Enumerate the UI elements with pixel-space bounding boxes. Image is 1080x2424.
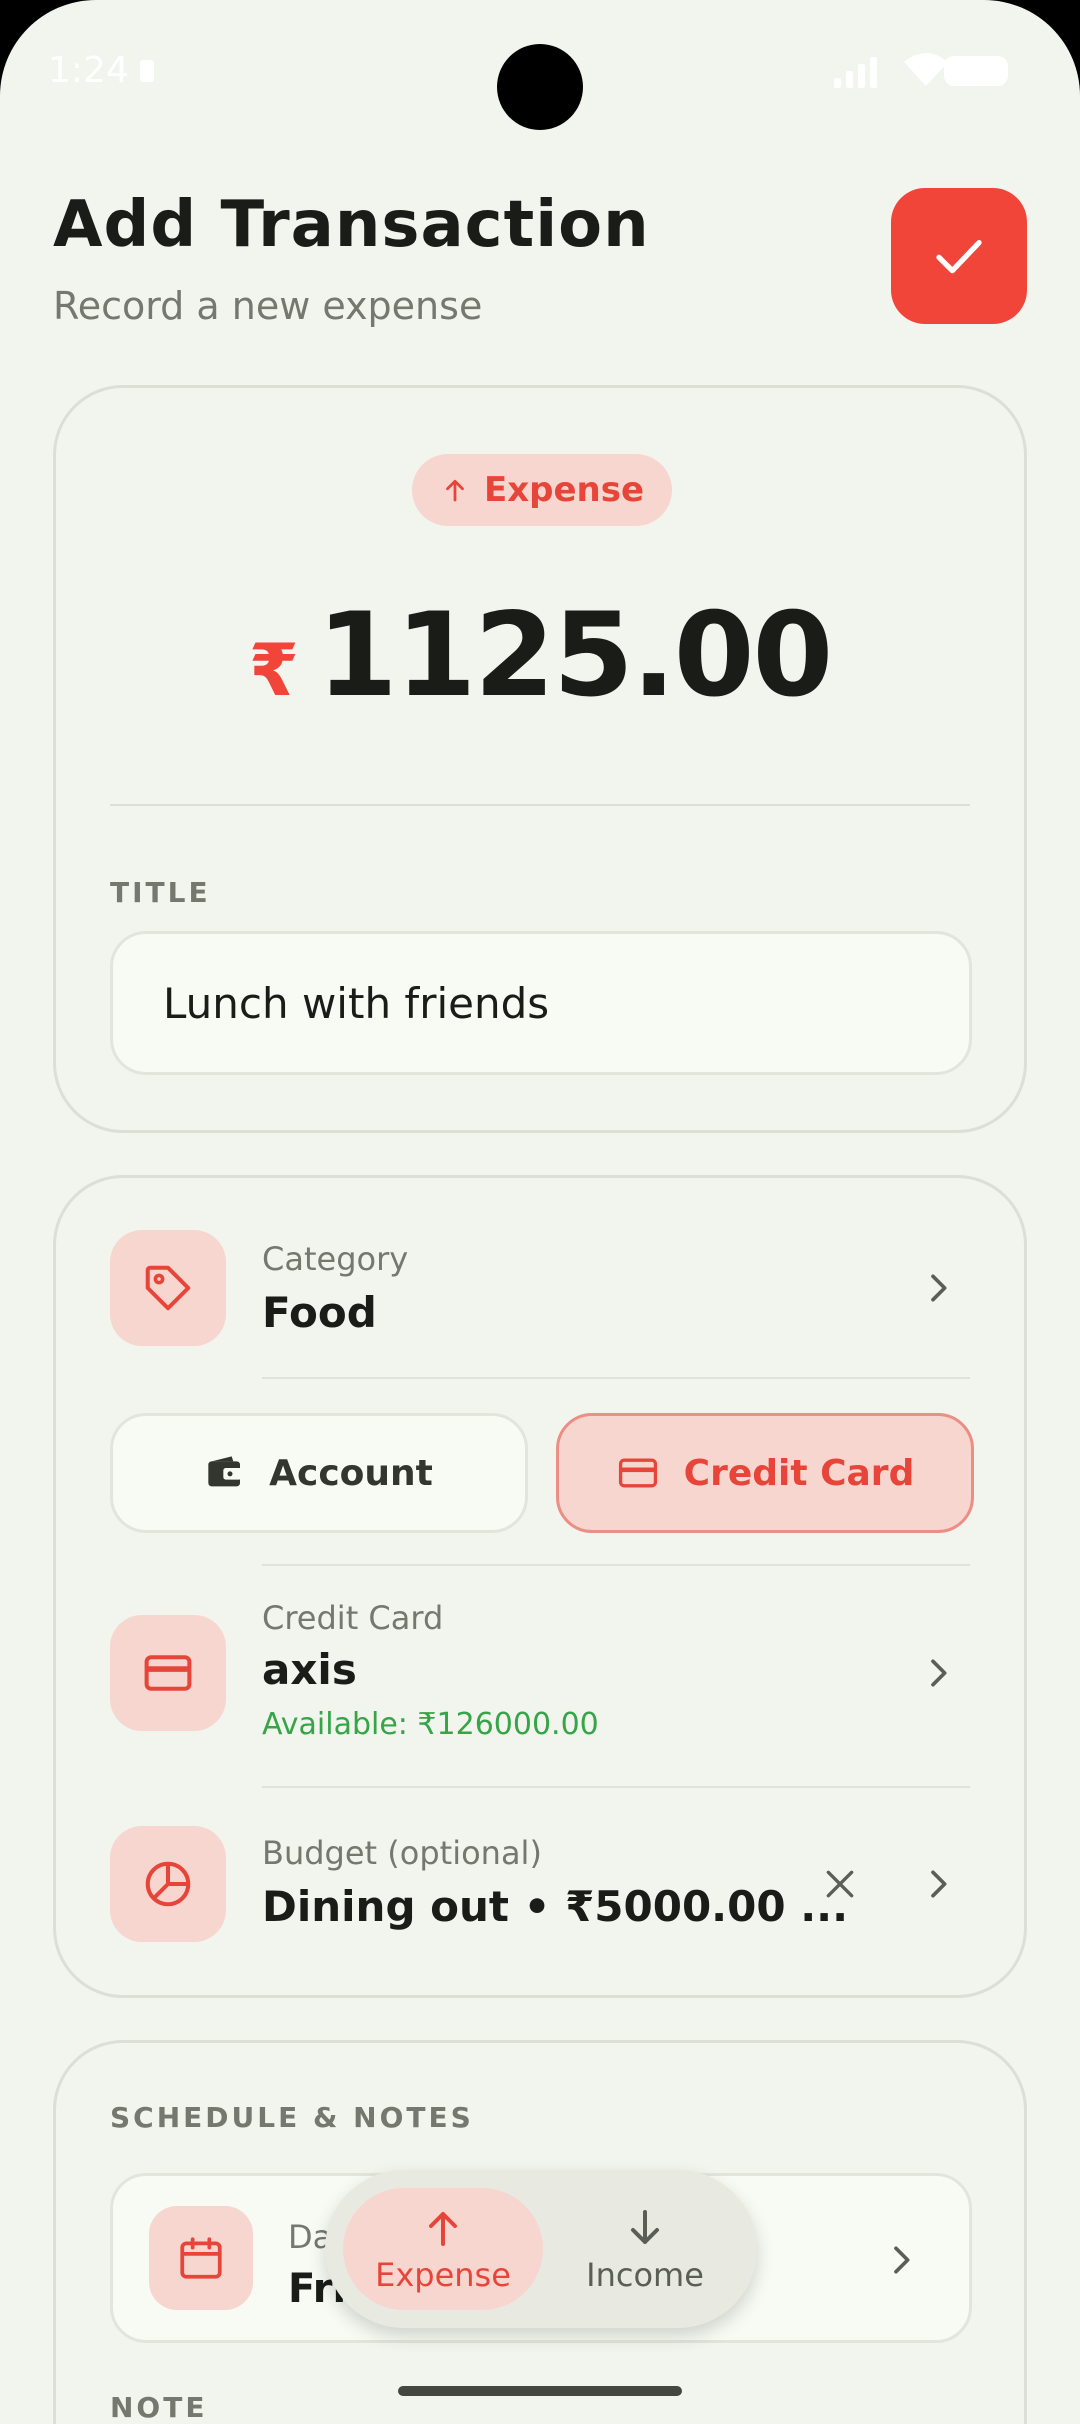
- wifi-icon: [904, 53, 948, 86]
- save-button[interactable]: [891, 188, 1027, 324]
- arrow-down-icon: [631, 2210, 659, 2244]
- chevron-right-icon: [931, 1274, 947, 1302]
- currency-symbol: ₹: [248, 628, 299, 712]
- calendar-icon-box: [149, 2206, 253, 2310]
- title-label: TITLE: [110, 876, 211, 909]
- screen: 1:24 Add Transaction Record a new expens…: [0, 0, 1080, 2424]
- signal-icon: [834, 57, 877, 88]
- account-toggle-label: Account: [269, 1452, 433, 1494]
- divider: [262, 1564, 970, 1566]
- budget-label: Budget (optional): [262, 1834, 542, 1872]
- credit-card-icon-box: [110, 1615, 226, 1731]
- arrow-up-icon: [429, 2212, 457, 2246]
- chevron-right-icon: [894, 2246, 910, 2274]
- divider: [110, 804, 970, 806]
- credit-card-icon: [618, 1458, 657, 1488]
- pie-chart-icon-box: [110, 1826, 226, 1942]
- budget-value: Dining out • ₹5000.00 ...: [262, 1882, 849, 1931]
- budget-row[interactable]: Budget (optional) Dining out • ₹5000.00 …: [110, 1826, 970, 1942]
- page-subtitle: Record a new expense: [53, 284, 483, 328]
- arrow-up-icon: [446, 479, 464, 502]
- chevron-right-icon: [931, 1659, 947, 1687]
- status-time: 1:24: [48, 50, 129, 91]
- note-label: NOTE: [110, 2391, 208, 2424]
- schedule-section-label: SCHEDULE & NOTES: [110, 2101, 474, 2134]
- details-card: Category Food Account Credit Card Credit…: [53, 1175, 1027, 1998]
- wallet-icon: [208, 1456, 242, 1487]
- tag-icon: [145, 1265, 191, 1311]
- page-title: Add Transaction: [53, 188, 650, 262]
- transaction-type-label: Expense: [483, 470, 645, 510]
- expense-tab-label: Expense: [375, 2256, 511, 2294]
- close-icon[interactable]: [820, 1864, 860, 1904]
- pie-chart-icon: [145, 1861, 191, 1907]
- amount-value: 1125.00: [316, 588, 833, 723]
- camera-cutout: [497, 44, 583, 130]
- divider: [262, 1377, 970, 1379]
- amount-display[interactable]: ₹ 1125.00: [56, 588, 1024, 723]
- chevron-right-icon: [931, 1870, 947, 1898]
- title-input[interactable]: Lunch with friends: [110, 931, 972, 1075]
- recording-icon: [140, 60, 154, 82]
- amount-card: Expense ₹ 1125.00 TITLE Lunch with frien…: [53, 385, 1027, 1133]
- divider: [262, 1786, 970, 1788]
- credit-card-toggle[interactable]: Credit Card: [556, 1413, 974, 1533]
- transaction-type-chip[interactable]: Expense: [412, 454, 672, 526]
- type-switcher: Expense Income: [325, 2170, 757, 2328]
- credit-card-row[interactable]: Credit Card axis Available: ₹126000.00: [110, 1599, 970, 1742]
- calendar-icon: [180, 2237, 222, 2279]
- tag-icon-box: [110, 1230, 226, 1346]
- income-tab-label: Income: [586, 2256, 704, 2294]
- available-balance: Available: ₹126000.00: [262, 1707, 599, 1742]
- home-indicator[interactable]: [398, 2386, 682, 2396]
- credit-card-label: Credit Card: [262, 1599, 444, 1637]
- category-label: Category: [262, 1240, 409, 1278]
- category-row[interactable]: Category Food: [110, 1230, 970, 1346]
- expense-tab[interactable]: Expense: [343, 2188, 543, 2310]
- credit-card-toggle-label: Credit Card: [683, 1452, 915, 1494]
- battery-icon: [944, 56, 1008, 86]
- account-toggle[interactable]: Account: [110, 1413, 528, 1533]
- credit-card-icon: [144, 1655, 192, 1691]
- income-tab[interactable]: Income: [545, 2188, 745, 2310]
- category-value: Food: [262, 1288, 377, 1337]
- check-icon: [936, 240, 982, 274]
- credit-card-value: axis: [262, 1645, 357, 1694]
